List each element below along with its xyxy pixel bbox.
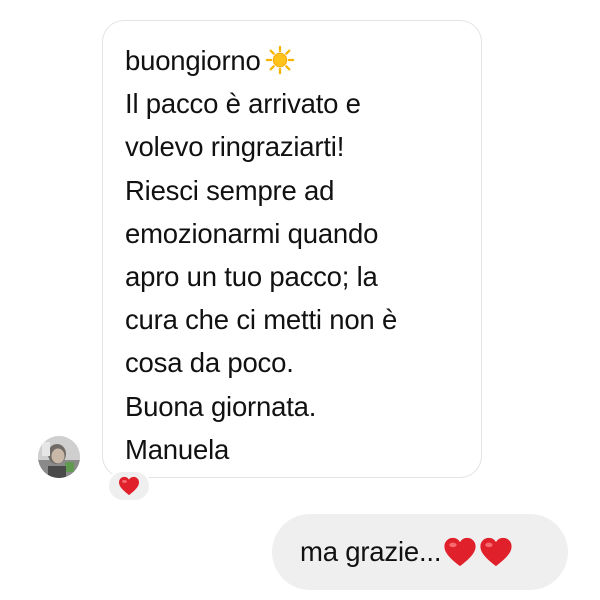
heart-icon [480,537,512,567]
sun-icon [265,45,294,75]
chat-screen: buongiorno Il pacco è arrivato e volevo … [0,0,600,600]
heart-icon [444,537,476,567]
reply-text: ma grazie... [300,536,442,567]
message-line: Riesci sempre ad [125,174,335,206]
message-line: cura che ci metti non è [125,304,398,336]
message-line: emozionarmi quando [125,217,379,249]
message-line: cosa da poco. [125,347,294,379]
avatar[interactable] [38,436,80,478]
message-line: volevo ringraziarti! [125,131,345,163]
outgoing-message-bubble[interactable]: ma grazie... [272,514,568,590]
message-line: Buona giornata. [125,390,317,422]
message-line-text: buongiorno [125,45,261,76]
message-line: buongiorno [125,39,461,82]
reaction-badge[interactable] [107,470,151,502]
message-line: Manuela [125,433,230,465]
message-line: apro un tuo pacco; la [125,261,378,293]
message-line: Il pacco è arrivato e [125,88,361,120]
incoming-message-bubble[interactable]: buongiorno Il pacco è arrivato e volevo … [102,20,482,478]
heart-icon [119,476,139,496]
avatar-photo [38,436,80,478]
